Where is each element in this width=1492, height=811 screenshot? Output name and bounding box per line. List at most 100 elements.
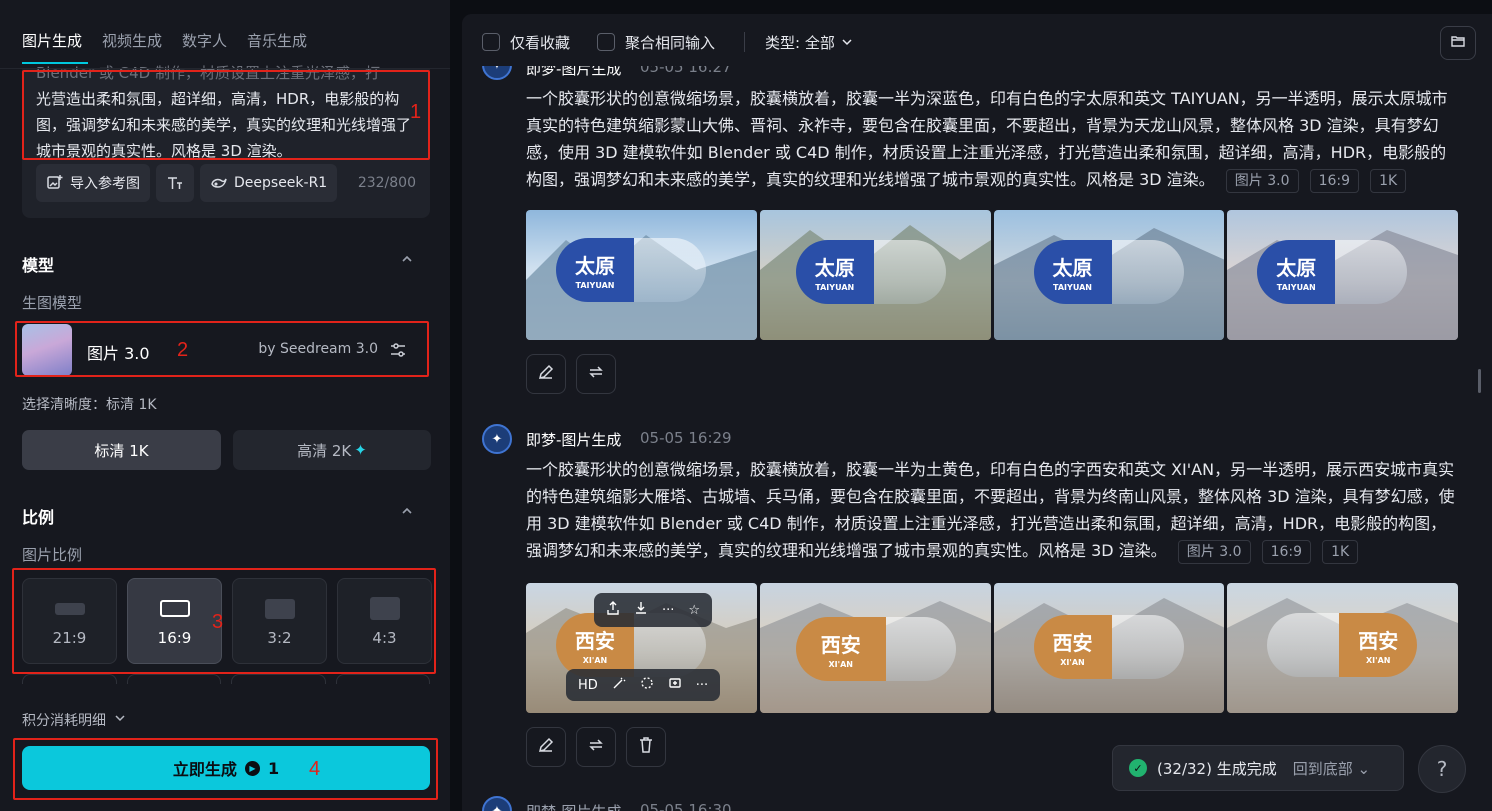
results-feed[interactable]: ✦ 即梦-图片生成 05-05 16:27 一个胶囊形状的创意微缩场景，胶囊横放… <box>462 14 1492 811</box>
pill-illustration: 西安 XI'AN <box>1267 613 1418 677</box>
annotation-box-2 <box>15 321 429 377</box>
eraser-icon[interactable] <box>640 676 654 694</box>
tab-music-gen[interactable]: 音乐生成 <box>247 30 307 51</box>
type-filter-label: 类型: 全部 <box>765 34 835 52</box>
folder-icon <box>1450 33 1466 53</box>
entry-actions <box>526 354 616 394</box>
resolution-sd-button[interactable]: 标清 1K <box>22 430 221 470</box>
cost-details-toggle[interactable]: 积分消耗明细 <box>22 710 126 730</box>
pill-glass <box>1111 240 1184 304</box>
entry-prompt-body: 一个胶囊形状的创意微缩场景，胶囊横放着，胶囊一半为土黄色，印有白色的字西安和英文… <box>526 460 1455 560</box>
tag-model: 图片 3.0 <box>1225 168 1299 193</box>
pill-illustration: 太原 TAIYUAN <box>1033 240 1184 304</box>
annotation-number-2: 2 <box>177 339 189 361</box>
tab-video-gen[interactable]: 视频生成 <box>102 30 162 51</box>
merge-label: 聚合相同输入 <box>625 34 716 52</box>
download-icon[interactable] <box>634 601 648 619</box>
generation-status-text: (32/32) 生成完成 <box>1157 759 1277 778</box>
regenerate-button[interactable] <box>576 727 616 767</box>
back-to-bottom-label: 回到底部 <box>1292 759 1353 778</box>
scrollbar-thumb[interactable] <box>1478 369 1481 393</box>
folder-button[interactable] <box>1440 26 1476 60</box>
expand-image-icon[interactable] <box>668 676 682 694</box>
pill-text: 西安 XI'AN <box>1033 615 1112 679</box>
image-add-icon <box>46 174 64 192</box>
whale-icon <box>210 174 228 192</box>
pill-text: 西安 XI'AN <box>795 617 886 681</box>
annotation-box-4 <box>13 738 438 800</box>
image-hover-toolbar-top: ··· ☆ <box>594 593 713 627</box>
help-button[interactable]: ? <box>1418 745 1466 793</box>
resolution-hd-button[interactable]: 高清 2K ✦ <box>233 430 431 470</box>
resolution-label: 选择清晰度：标清 1K <box>22 397 157 413</box>
generated-image[interactable]: 西安 XI'AN <box>759 583 991 713</box>
help-icon: ? <box>1436 757 1448 781</box>
star-icon[interactable]: ☆ <box>688 603 700 618</box>
import-reference-button[interactable]: 导入参考图 <box>36 164 150 202</box>
pill-text: 太原 TAIYUAN <box>795 240 874 304</box>
model-sub-label: 生图模型 <box>22 294 83 312</box>
filter-divider <box>744 32 745 52</box>
edit-button[interactable] <box>526 354 566 394</box>
type-filter-dropdown[interactable]: 类型: 全部 <box>765 32 853 53</box>
generated-image[interactable]: 西安 XI'AN <box>993 583 1225 713</box>
header-divider <box>0 68 450 69</box>
entry-time: 05-05 16:29 <box>640 429 732 447</box>
generated-image[interactable]: 太原 TAIYUAN <box>526 210 757 340</box>
back-to-bottom-button[interactable]: 回到底部 ⌄ <box>1293 758 1370 779</box>
entry-time: 05-05 16:30 <box>640 801 732 811</box>
regenerate-button[interactable] <box>576 354 616 394</box>
annotation-box-1 <box>22 70 430 160</box>
generated-image[interactable]: 西安 XI'AN <box>1227 583 1458 713</box>
tag-ratio: 16:9 <box>1261 539 1312 564</box>
pill-glass <box>1267 613 1340 677</box>
favorites-label: 仅看收藏 <box>510 34 571 52</box>
generated-image[interactable]: 太原 TAIYUAN <box>1227 210 1458 340</box>
entry-title: 即梦-图片生成 <box>526 431 622 449</box>
entry-title: 即梦-图片生成 <box>526 801 621 811</box>
ratio-section-title: 比例 <box>22 508 55 527</box>
more-icon[interactable]: ··· <box>696 678 708 693</box>
tab-digital-human[interactable]: 数字人 <box>182 30 227 51</box>
chevron-up-icon[interactable] <box>400 504 414 522</box>
refresh-icon <box>587 736 605 758</box>
share-icon[interactable] <box>606 601 620 619</box>
import-reference-label: 导入参考图 <box>70 176 140 192</box>
entry-prompt-text: 一个胶囊形状的创意微缩场景，胶囊横放着，胶囊一半为深蓝色，印有白色的字太原和英文… <box>526 85 1461 193</box>
delete-button[interactable] <box>626 727 666 767</box>
resolution-hd-label: 高清 2K <box>297 441 352 460</box>
app-root: 图片生成 视频生成 数字人 音乐生成 Blender 或 C4D 制作，材质设置… <box>0 0 1492 811</box>
resolution-sd-label: 标清 1K <box>94 441 149 460</box>
generated-image[interactable]: 西安 XI'AN ··· ☆ HD ··· <box>526 583 757 713</box>
tag-resolution: 1K <box>1322 539 1359 564</box>
generated-image[interactable]: 太原 TAIYUAN <box>759 210 991 340</box>
tab-image-gen[interactable]: 图片生成 <box>22 30 82 51</box>
generated-image[interactable]: 太原 TAIYUAN <box>993 210 1225 340</box>
edit-button[interactable] <box>526 727 566 767</box>
pencil-icon <box>537 736 555 758</box>
text-format-button[interactable] <box>156 164 194 202</box>
pill-illustration: 太原 TAIYUAN <box>556 238 706 302</box>
hd-upscale-button[interactable]: HD <box>578 678 598 693</box>
image-grid: 太原 TAIYUAN 太原 TAIYUAN 太原 TAIYUAN 太原 TAIY… <box>526 210 1458 340</box>
pill-illustration: 西安 XI'AN <box>795 617 956 681</box>
pill-glass <box>1335 240 1408 304</box>
chevron-up-icon[interactable] <box>400 252 414 270</box>
ratio-row-peek <box>22 674 430 684</box>
left-panel: 图片生成 视频生成 数字人 音乐生成 Blender 或 C4D 制作，材质设置… <box>0 0 450 811</box>
deepseek-model-button[interactable]: Deepseek-R1 <box>200 164 338 202</box>
sparkle-icon: ✦ <box>354 441 367 459</box>
tab-bar: 图片生成 视频生成 数字人 音乐生成 <box>22 30 307 51</box>
tag-ratio: 16:9 <box>1309 168 1360 193</box>
generation-status-toast: ✓ (32/32) 生成完成 回到底部 ⌄ <box>1112 745 1404 791</box>
entry-actions <box>526 727 666 767</box>
annotation-number-4: 4 <box>309 758 321 780</box>
more-icon[interactable]: ··· <box>662 603 674 618</box>
chevron-down-icon <box>841 34 853 52</box>
jimeng-avatar: ✦ <box>482 796 512 811</box>
pill-text: 太原 TAIYUAN <box>556 238 634 302</box>
favorites-checkbox[interactable] <box>482 33 500 51</box>
merge-checkbox[interactable] <box>597 33 615 51</box>
ratio-sub-label: 图片比例 <box>22 546 83 564</box>
magic-wand-icon[interactable] <box>612 676 626 694</box>
